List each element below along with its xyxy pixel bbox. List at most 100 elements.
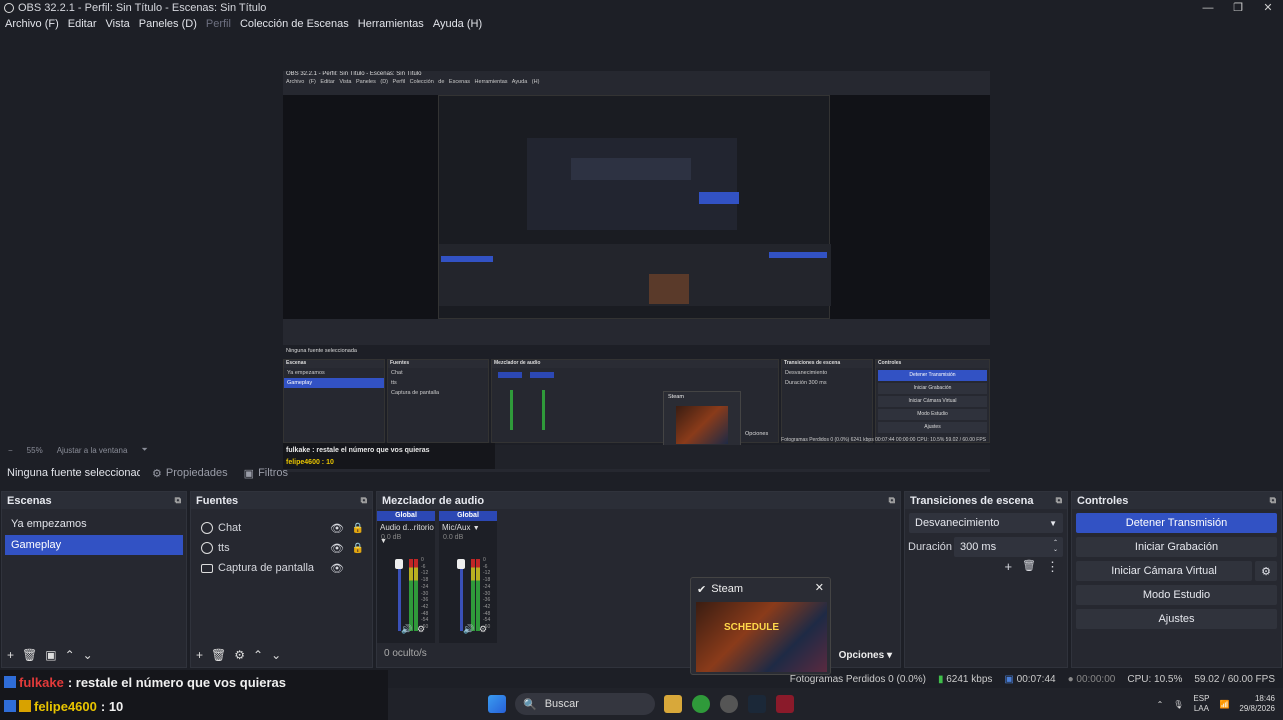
maximize-button[interactable]: ❐ (1223, 0, 1253, 15)
clock[interactable]: 18:46 29/8/2026 (1239, 694, 1275, 714)
trash-icon[interactable]: 🗑 (1022, 559, 1036, 575)
channel-name[interactable]: Audio d...ritorio ▼ (377, 521, 435, 545)
mic-icon[interactable]: 🎙 (1173, 700, 1183, 709)
filters-button[interactable]: ▣ Filtros (240, 467, 292, 480)
source-item[interactable]: Captura de pantalla 👁 (194, 558, 369, 578)
transition-value: Desvanecimiento (915, 517, 1000, 529)
eye-icon[interactable]: 👁 (330, 562, 344, 575)
add-icon[interactable]: + (196, 648, 203, 662)
menu-perfil[interactable]: Perfil (206, 18, 231, 30)
steam-thumbnail[interactable]: SCHEDULE (696, 602, 827, 672)
preview-canvas[interactable]: OBS 32.2.1 - Perfil: Sin Título - Escena… (283, 71, 990, 472)
move-up-icon[interactable]: ⌃ (253, 648, 263, 662)
menu-archivo[interactable]: Archivo (F) (5, 18, 59, 30)
start-virtual-camera-button[interactable]: Iniciar Cámara Virtual (1076, 561, 1252, 581)
app-taskbar-icon[interactable] (776, 695, 794, 713)
gear-icon[interactable]: ⚙ (234, 648, 245, 662)
more-icon[interactable]: ⋮ (1046, 559, 1059, 575)
fit-to-window-button[interactable]: Ajustar a la ventana (57, 446, 128, 455)
options-label: Opciones (838, 650, 885, 661)
zoom-dropdown-icon[interactable]: ⏷ (141, 445, 147, 455)
minimize-button[interactable]: — (1193, 0, 1223, 15)
menu-editar[interactable]: Editar (68, 18, 97, 30)
mixer-channel: Global Mic/Aux ▼ 0.0 dB 0 -6 -12 -18 -24 -30-… (439, 511, 497, 643)
settings-button[interactable]: Ajustes (1076, 609, 1277, 629)
studio-mode-button[interactable]: Modo Estudio (1076, 585, 1277, 605)
undock-icon[interactable]: ⧉ (175, 495, 181, 506)
close-button[interactable]: ✕ (1253, 0, 1283, 15)
source-item[interactable]: Chat 👁 🔒 (194, 518, 369, 538)
menu-herramientas[interactable]: Herramientas (358, 18, 424, 30)
volume-fader[interactable] (460, 559, 463, 631)
undock-icon[interactable]: ⧉ (1056, 495, 1062, 506)
source-item[interactable]: tts 👁 🔒 (194, 538, 369, 558)
menu-ayuda[interactable]: Ayuda (H) (433, 18, 482, 30)
steam-icon: ✔ (697, 583, 707, 596)
preview-mini-sources-title: Fuentes (388, 360, 488, 368)
move-down-icon[interactable]: ⌄ (83, 648, 93, 662)
add-icon[interactable]: + (1004, 559, 1012, 575)
menu-vista[interactable]: Vista (106, 18, 130, 30)
transitions-dock: Transiciones de escena ⧉ Desvanecimiento… (904, 491, 1068, 668)
taskbar-search[interactable]: 🔍 Buscar (515, 693, 655, 715)
properties-button[interactable]: ⚙ Propiedades (148, 467, 232, 480)
trash-icon[interactable]: 🗑 (22, 648, 37, 662)
filter-icon[interactable]: ▣ (45, 648, 56, 662)
fader-knob[interactable] (395, 559, 403, 569)
speaker-icon[interactable]: 🔊 (401, 624, 412, 635)
move-down-icon[interactable]: ⌄ (271, 648, 281, 662)
chevron-up-icon[interactable]: ⌃ (1157, 700, 1164, 709)
eye-icon[interactable]: 👁 (330, 542, 344, 555)
steam-popup-header: ✔ Steam ✕ (691, 578, 830, 600)
lock-icon[interactable]: 🔒 (352, 523, 364, 534)
channel-name-label: Audio d...ritorio (380, 523, 434, 532)
channel-db: 0.0 dB (443, 534, 464, 541)
trash-icon[interactable]: 🗑 (211, 648, 226, 662)
chat-line: felipe4600 : 10 (0, 694, 388, 718)
transition-select[interactable]: Desvanecimiento ▼ (909, 513, 1063, 533)
steam-taskbar-icon[interactable] (748, 695, 766, 713)
stepper-icon[interactable]: ⌃ ⌄ (1053, 540, 1058, 554)
mixer-title: Mezclador de audio (382, 494, 485, 507)
chrome-icon[interactable] (692, 695, 710, 713)
stream-time-value: 00:07:44 (1016, 673, 1056, 685)
windows-start-icon[interactable] (488, 695, 506, 713)
wifi-icon[interactable]: 📶 (1219, 700, 1229, 709)
speaker-icon[interactable]: 🔊 (463, 624, 474, 635)
language-indicator[interactable]: ESP LAA (1193, 694, 1209, 714)
source-toolbar: Ninguna fuente seleccionada ⚙ Propiedade… (0, 462, 1283, 484)
undock-icon[interactable]: ⧉ (1270, 495, 1276, 506)
fps: 59.02 / 60.00 FPS (1194, 673, 1275, 685)
undock-icon[interactable]: ⧉ (889, 495, 895, 506)
file-explorer-icon[interactable] (664, 695, 682, 713)
fader-knob[interactable] (457, 559, 465, 569)
preview-mini-c1: Detener Transmisión (878, 370, 987, 381)
preview-mini-c2: Iniciar Grabación (878, 383, 987, 394)
lock-icon[interactable]: 🔒 (352, 543, 364, 554)
dropped-frames: Fotogramas Perdidos 0 (0.0%) (789, 673, 926, 685)
steam-window-preview[interactable]: ✔ Steam ✕ SCHEDULE (690, 577, 831, 675)
menu-coleccion[interactable]: Colección de Escenas (240, 18, 349, 30)
stop-stream-button[interactable]: Detener Transmisión (1076, 513, 1277, 533)
gear-icon[interactable]: ⚙ (479, 624, 487, 635)
virtual-camera-gear-icon[interactable]: ⚙ (1255, 561, 1277, 581)
add-icon[interactable]: + (7, 648, 14, 662)
duration-input[interactable]: 300 ms ⌃ ⌄ (954, 537, 1063, 557)
close-icon[interactable]: ✕ (815, 581, 824, 594)
undock-icon[interactable]: ⧉ (361, 495, 367, 506)
start-recording-button[interactable]: Iniciar Grabación (1076, 537, 1277, 557)
eye-icon[interactable]: 👁 (330, 522, 344, 535)
scene-item[interactable]: Ya empezamos (5, 514, 183, 534)
menu-paneles[interactable]: Paneles (D) (139, 18, 197, 30)
zoom-out-button[interactable]: − (8, 446, 13, 455)
volume-fader[interactable] (398, 559, 401, 631)
properties-label: Propiedades (165, 467, 228, 479)
scene-item[interactable]: Gameplay (5, 535, 183, 555)
gear-icon[interactable]: ⚙ (417, 624, 425, 635)
record-icon: ● (1067, 673, 1074, 685)
controls-header: Controles ⧉ (1072, 492, 1281, 509)
channel-name[interactable]: Mic/Aux ▼ (439, 521, 497, 534)
obs-taskbar-icon[interactable] (720, 695, 738, 713)
move-up-icon[interactable]: ⌃ (65, 648, 75, 662)
options-button[interactable]: Opciones ▾ (839, 650, 892, 661)
